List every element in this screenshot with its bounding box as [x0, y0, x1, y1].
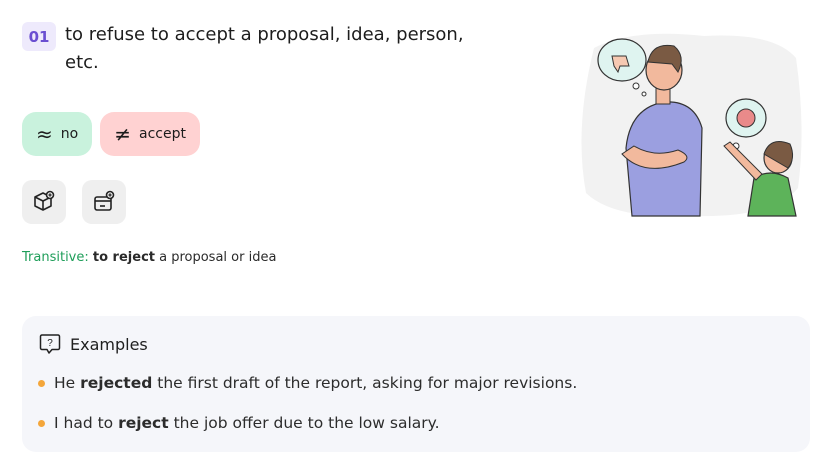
grammar-note: Transitive: to reject a proposal or idea [22, 250, 276, 265]
examples-header: ? Examples [38, 332, 148, 356]
example-item: I had to reject the job offer due to the… [38, 414, 440, 432]
synonym-label: no [60, 126, 79, 142]
approx-equal-icon: ≈ [36, 122, 53, 146]
antonym-label: accept [138, 126, 186, 142]
definition-text: to refuse to accept a proposal, idea, pe… [65, 24, 464, 73]
grammar-rest: a proposal or idea [154, 250, 277, 265]
sense-number-badge: 01 [22, 22, 56, 51]
examples-heading: Examples [70, 334, 148, 354]
cube-add-icon [34, 190, 55, 211]
svg-text:?: ? [47, 338, 53, 349]
illustration [574, 28, 806, 220]
example-text: He rejected the first draft of the repor… [54, 374, 578, 392]
bullet-dot [38, 379, 45, 387]
example-text: I had to reject the job offer due to the… [54, 414, 440, 432]
examples-panel: ? Examples He rejected the first draft o… [22, 316, 810, 452]
grammar-pattern: to reject [92, 250, 155, 265]
synonym-chip[interactable]: ≈ no [22, 112, 93, 156]
add-to-wallet-button[interactable] [82, 180, 126, 224]
example-item: He rejected the first draft of the repor… [38, 374, 577, 392]
grammar-label: Transitive: [22, 250, 89, 265]
not-equal-icon: ≠ [114, 122, 131, 146]
question-bubble-icon: ? [39, 334, 61, 354]
action-buttons [22, 180, 126, 224]
word-chips: ≈ no ≠ accept [22, 112, 200, 156]
bullet-dot [38, 419, 45, 427]
add-to-collection-button[interactable] [22, 180, 66, 224]
antonym-chip[interactable]: ≠ accept [100, 112, 200, 156]
wallet-add-icon [94, 190, 115, 211]
